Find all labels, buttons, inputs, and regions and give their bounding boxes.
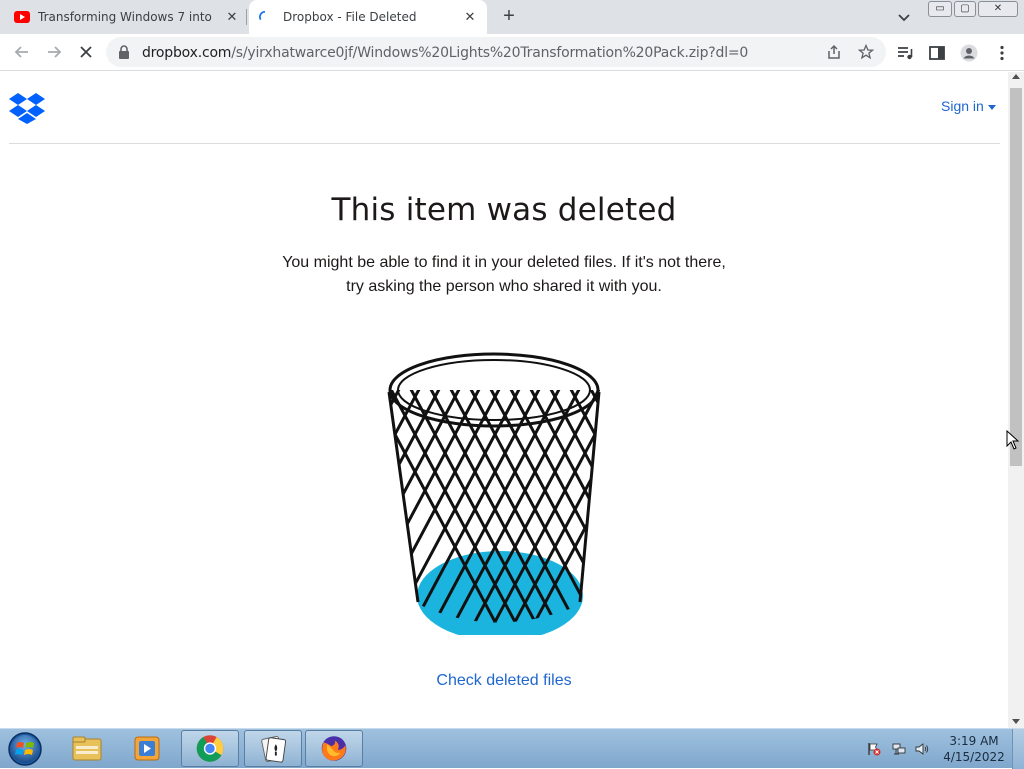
page-scrollbar[interactable] [1008,72,1024,728]
page-content: Sign in This item was deleted You might … [0,72,1008,728]
scrollbar-thumb[interactable] [1010,88,1022,466]
share-icon[interactable] [826,44,842,60]
speaker-volume-icon[interactable] [915,742,929,756]
tab-close-icon[interactable]: ✕ [223,8,241,26]
url-path: /s/yirxhatwarce0jf/Windows%20Lights%20Tr… [231,45,749,61]
media-queue-icon[interactable] [896,44,914,62]
caret-down-icon [987,104,996,110]
check-deleted-files-link[interactable]: Check deleted files [0,672,1008,690]
url-domain: dropbox.com [142,45,232,61]
minimize-button[interactable]: ▭ [928,1,952,17]
dropbox-logo-icon[interactable] [9,92,45,124]
sign-in-label: Sign in [941,98,984,114]
new-tab-button[interactable]: + [498,6,520,28]
tab-dropbox[interactable]: Dropbox - File Deleted ✕ [249,0,487,34]
address-bar[interactable]: dropbox.com/s/yirxhatwarce0jf/Windows%20… [106,37,886,67]
forward-arrow-icon[interactable] [43,41,65,63]
clock-date: 4/15/2022 [943,750,1005,764]
chrome-icon[interactable] [181,730,239,767]
url-text[interactable]: dropbox.com/s/yirxhatwarce0jf/Windows%20… [142,45,748,61]
windows-start-button[interactable] [6,731,44,767]
scroll-up-arrow-icon[interactable] [1012,74,1020,79]
profile-avatar-icon[interactable] [960,44,978,62]
star-bookmark-icon[interactable] [858,44,874,60]
solitaire-icon[interactable] [244,730,302,767]
side-panel-icon[interactable] [928,44,946,62]
tab-separator [246,9,247,25]
sign-in-link[interactable]: Sign in [941,98,996,114]
deleted-message: You might be able to find it in your del… [204,251,804,299]
tab-close-icon[interactable]: ✕ [461,8,479,26]
header-divider [9,143,1000,144]
maximize-button[interactable]: ▢ [954,1,976,17]
tab-title: Transforming Windows 7 into Wi [38,10,213,24]
browser-toolbar: dropbox.com/s/yirxhatwarce0jf/Windows%20… [0,34,1024,71]
tab-strip: Transforming Windows 7 into Wi ✕ Dropbox… [0,0,1024,34]
windows-taskbar: 3:19 AM 4/15/2022 [0,728,1024,769]
menu-kebab-icon[interactable] [993,44,1011,62]
chevron-down-icon[interactable] [896,9,912,25]
stop-loading-icon[interactable] [75,41,97,63]
tab-youtube[interactable]: Transforming Windows 7 into Wi ✕ [0,0,246,34]
youtube-icon [14,11,30,23]
mouse-pointer-icon [1006,430,1020,450]
scroll-down-arrow-icon[interactable] [1012,719,1020,724]
network-icon[interactable] [892,742,906,756]
tab-title: Dropbox - File Deleted [283,10,417,24]
wastebasket-illustration [387,352,601,635]
close-window-button[interactable]: ✕ [978,1,1018,17]
action-center-flag-icon[interactable] [867,742,881,756]
firefox-icon[interactable] [305,730,363,767]
system-clock[interactable]: 3:19 AM 4/15/2022 [942,733,1006,765]
clock-time: 3:19 AM [949,734,999,748]
back-arrow-icon[interactable] [11,41,33,63]
windows-explorer-icon[interactable] [58,730,116,767]
message-line: try asking the person who shared it with… [346,278,662,295]
loading-spinner-icon [259,10,266,21]
media-player-icon[interactable] [118,730,176,767]
page-title: This item was deleted [331,192,677,228]
show-desktop-button[interactable] [1012,729,1024,769]
lock-icon[interactable] [118,45,130,59]
message-line: You might be able to find it in your del… [282,254,726,271]
